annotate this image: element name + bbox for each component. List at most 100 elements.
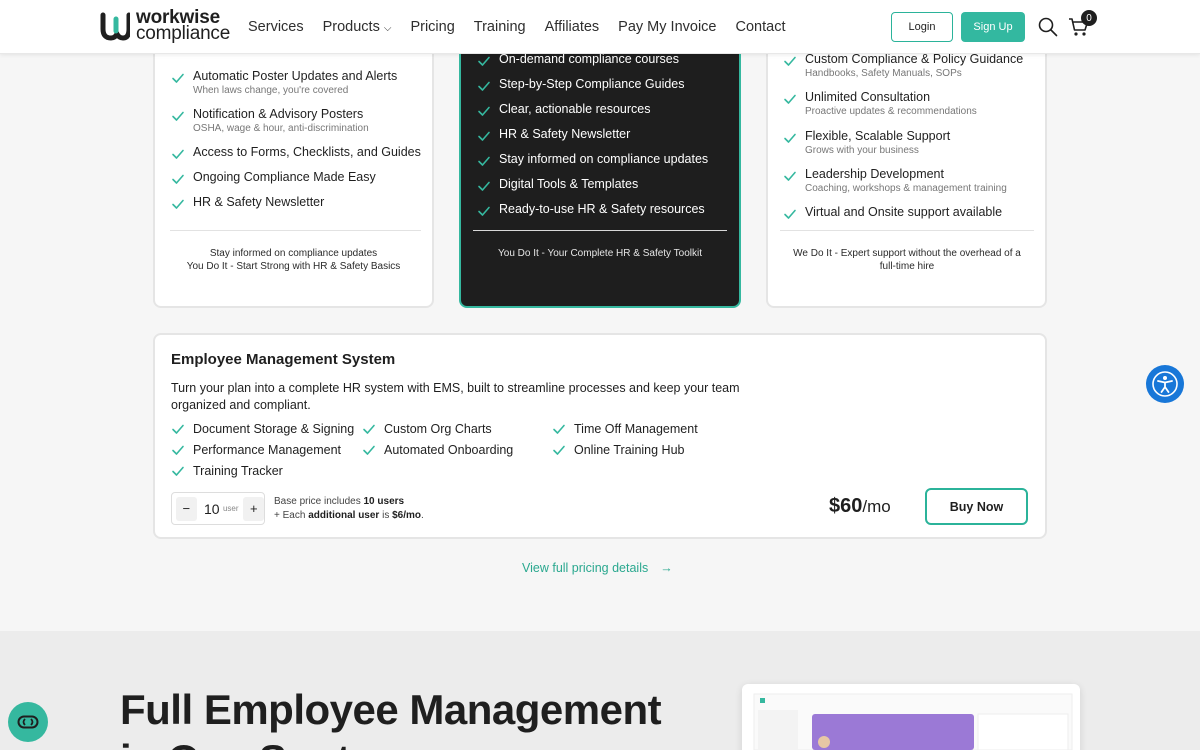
feature-text: Ongoing Compliance Made Easy [193, 170, 376, 185]
ems-title: Employee Management System [171, 351, 396, 368]
feature-title: Unlimited Consultation [805, 90, 931, 104]
logo-mark-icon [100, 12, 130, 41]
feature-text: Virtual and Onsite support available [805, 205, 1002, 220]
feature-title: Stay informed on compliance updates [499, 152, 709, 166]
decrement-button[interactable]: − [176, 496, 197, 521]
check-icon [553, 445, 565, 455]
check-icon [172, 111, 184, 121]
divider [780, 230, 1034, 231]
check-icon [784, 133, 796, 143]
feature-text: Stay informed on compliance updates [499, 152, 708, 167]
plan-card-basic-footer: Stay informed on compliance updates You … [165, 247, 422, 273]
feature-text: Automatic Poster Updates and Alerts When … [193, 69, 397, 97]
ems-feature-label: Document Storage & Signing [193, 422, 355, 436]
nav-contact[interactable]: Contact [736, 19, 786, 35]
view-pricing-link[interactable]: View full pricing details → [522, 561, 673, 575]
ems-price: $60/mo [829, 495, 891, 518]
note-bold: $6/mo [392, 510, 422, 521]
check-icon [478, 181, 490, 191]
cart-count-badge: 0 [1081, 10, 1097, 26]
feature-title: Clear, actionable resources [499, 102, 651, 116]
user-count-value[interactable]: 10 [201, 501, 223, 517]
feature-item: Digital Tools & Templates [477, 177, 638, 193]
nav-pay-my-invoice[interactable]: Pay My Invoice [618, 19, 716, 35]
check-icon [784, 209, 796, 219]
hero-title-line-2: in One Spot [120, 735, 661, 750]
footer-line-2: You Do It - Start Strong with HR & Safet… [186, 261, 401, 272]
logo[interactable]: workwise compliance [100, 8, 230, 43]
check-icon [172, 466, 184, 476]
feature-subtitle: Handbooks, Safety Manuals, SOPs [805, 68, 962, 79]
feature-title: Ready-to-use HR & Safety resources [499, 202, 705, 216]
check-icon [784, 56, 796, 66]
accessibility-button[interactable] [1146, 365, 1184, 403]
main-nav: Services Products ⌵ Pricing Training Affi… [248, 19, 804, 35]
price-note-line-2: + Each additional user is $6/mo. [274, 509, 424, 523]
nav-products-label: Products [322, 19, 380, 35]
feature-subtitle: Grows with your business [805, 145, 919, 156]
ems-feature-label: Performance Management [193, 443, 341, 457]
hero-title-line-1: Full Employee Management [120, 686, 662, 733]
chat-button[interactable] [8, 702, 48, 742]
chevron-down-icon: ⌵ [383, 23, 392, 34]
price-note-line-1: Base price includes 10 users [274, 495, 424, 509]
feature-item: Automatic Poster Updates and Alerts When … [171, 69, 397, 97]
hero-title: Full Employee Management in One Spot [120, 685, 662, 750]
feature-title: Step-by-Step Compliance Guides [499, 77, 685, 91]
divider [473, 230, 727, 231]
feature-title: HR & Safety Newsletter [193, 195, 325, 209]
feature-subtitle: When laws change, you're covered [193, 85, 349, 96]
feature-title: Digital Tools & Templates [499, 177, 639, 191]
chat-icon [17, 715, 39, 729]
feature-item: Clear, actionable resources [477, 102, 650, 118]
check-icon [363, 445, 375, 455]
app-preview-graphic [753, 693, 1073, 750]
logo-text: workwise compliance [136, 8, 230, 43]
nav-products[interactable]: Products ⌵ [323, 19, 392, 35]
feature-text: Clear, actionable resources [499, 102, 650, 117]
footer-line-1: Stay informed on compliance updates [209, 248, 378, 259]
feature-subtitle: OSHA, wage & hour, anti-discrimination [193, 123, 369, 134]
increment-button[interactable]: + [243, 496, 264, 521]
login-button[interactable]: Login [891, 12, 953, 42]
ems-description: Turn your plan into a complete HR system… [171, 381, 740, 412]
plan-card-expert-footer: We Do It - Expert support without the ov… [778, 247, 1036, 273]
plan-card-toolkit-footer: You Do It - Your Complete HR & Safety To… [498, 248, 702, 259]
check-icon [478, 156, 490, 166]
nav-training[interactable]: Training [474, 19, 526, 35]
price-amount: $60 [829, 495, 863, 517]
check-icon [478, 81, 490, 91]
feature-item: HR & Safety Newsletter [477, 127, 630, 143]
buy-now-button[interactable]: Buy Now [925, 488, 1028, 525]
feature-text: Flexible, Scalable Support Grows with you… [805, 129, 950, 157]
feature-title: Automatic Poster Updates and Alerts [193, 69, 398, 83]
search-icon[interactable] [1038, 17, 1058, 37]
footer-line-1: We Do It - Expert support without the ov… [793, 248, 1021, 259]
signup-button[interactable]: Sign Up [961, 12, 1025, 42]
check-icon [784, 94, 796, 104]
price-unit: /mo [862, 497, 891, 516]
plan-card-basic: Stay informed on compliance updates You … [153, 20, 434, 308]
feature-text: Unlimited Consultation Proactive updates … [805, 90, 977, 118]
feature-item: Virtual and Onsite support available [783, 205, 1002, 221]
feature-text: Access to Forms, Checklists, and Guides [193, 145, 421, 160]
ems-feature-label: Training Tracker [193, 464, 283, 478]
feature-title: Flexible, Scalable Support [805, 129, 951, 143]
feature-text: HR & Safety Newsletter [499, 127, 630, 142]
check-icon [172, 174, 184, 184]
feature-text: Custom Compliance & Policy Guidance Handb… [805, 52, 1023, 80]
ems-feature-label: Online Training Hub [574, 443, 685, 457]
feature-title: Ongoing Compliance Made Easy [193, 170, 376, 184]
footer-line-2: full-time hire [879, 261, 935, 272]
feature-item: On-demand compliance courses [477, 52, 679, 68]
nav-affiliates[interactable]: Affiliates [545, 19, 600, 35]
feature-item: Ongoing Compliance Made Easy [171, 170, 376, 186]
ems-feature-item: Custom Org Charts [362, 422, 492, 436]
ems-feature-label: Automated Onboarding [384, 443, 514, 457]
nav-services[interactable]: Services [248, 19, 304, 35]
check-icon [478, 206, 490, 216]
feature-text: On-demand compliance courses [499, 52, 679, 67]
arrow-right-icon: → [660, 561, 673, 575]
nav-pricing[interactable]: Pricing [410, 19, 454, 35]
feature-text: Notification & Advisory Posters OSHA, wag… [193, 107, 369, 135]
